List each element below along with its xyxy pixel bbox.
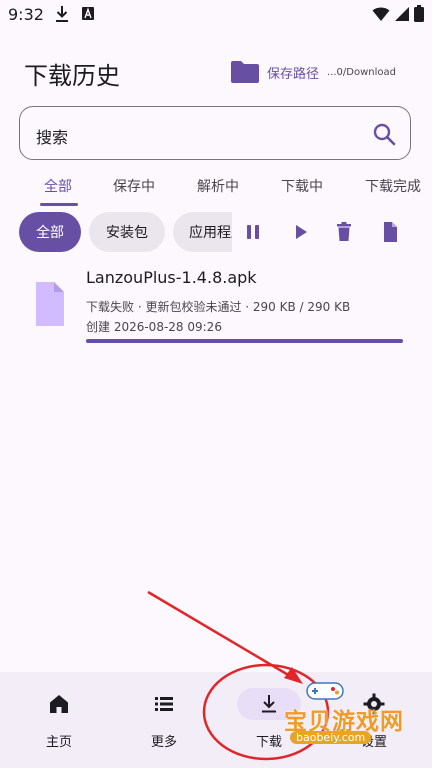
save-path-button[interactable]: 保存路径 ...0/Download — [230, 60, 396, 84]
status-icons — [372, 5, 424, 22]
file-icon[interactable] — [378, 220, 402, 244]
signal-icon — [395, 6, 409, 21]
status-bar: 9:32 — [0, 0, 432, 30]
watermark-url: baobeiy.com — [290, 731, 372, 744]
pause-icon[interactable] — [241, 220, 265, 244]
nav-label: 更多 — [150, 735, 177, 750]
status-tabs: 全部 保存中 解析中 下载中 下载完成 — [0, 170, 432, 206]
chip-all[interactable]: 全部 — [19, 212, 81, 252]
gamepad-icon — [306, 682, 344, 700]
search-input[interactable]: 搜索 — [19, 106, 411, 160]
page-title: 下载历史 — [24, 62, 120, 90]
tab-indicator — [40, 203, 78, 206]
tab-downloading[interactable]: 下载中 — [281, 176, 323, 196]
download-status-icon — [56, 6, 68, 22]
search-placeholder: 搜索 — [36, 128, 69, 147]
file-name: LanzouPlus-1.4.8.apk — [86, 268, 257, 287]
folder-icon — [231, 61, 259, 83]
file-created-time: 创建 2026-08-28 09:26 — [86, 320, 222, 334]
tab-saving[interactable]: 保存中 — [113, 176, 155, 196]
delete-icon[interactable] — [332, 220, 356, 244]
search-icon[interactable] — [372, 122, 396, 146]
chip-package[interactable]: 安装包 — [89, 212, 165, 252]
play-icon[interactable] — [288, 220, 312, 244]
home-icon — [50, 695, 68, 713]
save-path-value: ...0/Download — [327, 66, 396, 78]
list-icon — [155, 697, 173, 711]
chip-application[interactable]: 应用程序 — [173, 212, 232, 252]
a-badge-icon — [82, 7, 94, 20]
tab-completed[interactable]: 下载完成 — [365, 176, 421, 196]
nav-more[interactable]: 更多 — [110, 672, 218, 768]
list-item[interactable]: LanzouPlus-1.4.8.apk 下载失败 · 更新包校验未通过 · 2… — [0, 262, 432, 346]
status-time: 9:32 — [8, 5, 44, 24]
wifi-icon — [372, 7, 390, 21]
download-icon — [262, 695, 276, 713]
progress-bar — [86, 339, 403, 343]
save-path-label: 保存路径 — [267, 66, 320, 82]
bulk-actions — [240, 220, 420, 244]
battery-icon — [414, 5, 424, 22]
file-icon — [36, 282, 64, 326]
nav-label: 主页 — [45, 735, 72, 750]
watermark-logo: 宝贝游戏网 baobeiy.com — [284, 680, 404, 752]
nav-home[interactable]: 主页 — [5, 672, 113, 768]
tab-parsing[interactable]: 解析中 — [197, 176, 239, 196]
header: 下载历史 保存路径 ...0/Download — [0, 50, 432, 96]
tab-all[interactable]: 全部 — [44, 176, 72, 196]
file-status: 下载失败 · 更新包校验未通过 · 290 KB / 290 KB — [86, 300, 351, 314]
progress-fill — [86, 339, 403, 343]
filter-chips: 全部 安装包 应用程序 — [0, 211, 232, 253]
